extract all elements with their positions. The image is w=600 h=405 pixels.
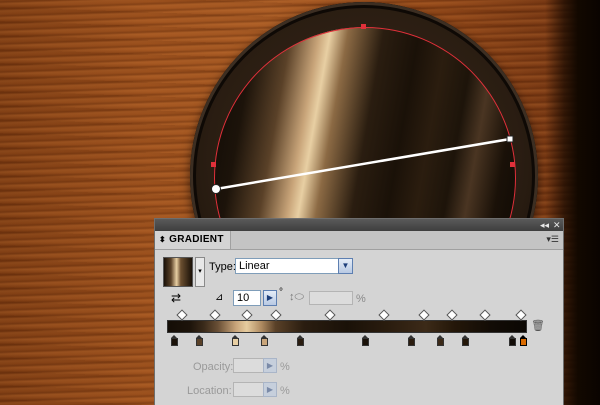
location-dropdown-icon[interactable]: ▶: [263, 382, 277, 397]
color-stop[interactable]: [361, 335, 369, 346]
color-stop[interactable]: [437, 335, 445, 346]
gradient-preview-swatch[interactable]: [163, 257, 193, 287]
color-stop[interactable]: [195, 335, 203, 346]
color-stop[interactable]: [231, 335, 239, 346]
midpoint-diamond[interactable]: [209, 309, 221, 321]
angle-dropdown-icon[interactable]: ▶: [263, 290, 277, 306]
gradient-end-handle: [506, 135, 514, 143]
gradient-annotator-line: [215, 137, 511, 191]
opacity-percent-sign: %: [280, 361, 290, 373]
midpoint-diamond[interactable]: [241, 309, 253, 321]
type-label: Type:: [209, 261, 236, 273]
degree-sign: °: [279, 287, 283, 298]
opacity-dropdown-icon[interactable]: ▶: [263, 358, 277, 373]
close-panel-icon[interactable]: ✕: [553, 219, 561, 231]
panel-tabbar: ⬍ GRADIENT ▾☰: [155, 231, 563, 250]
panel-menu-icon[interactable]: ▾☰: [546, 234, 559, 245]
angle-input[interactable]: 10: [233, 290, 261, 306]
panel-titlebar[interactable]: ◂◂ ✕: [155, 219, 563, 231]
color-stop[interactable]: [260, 335, 268, 346]
tab-gradient-label: GRADIENT: [169, 234, 224, 245]
angle-icon: ⊿: [215, 292, 224, 303]
color-stop[interactable]: [509, 335, 517, 346]
aspect-percent-sign: %: [356, 293, 366, 305]
opacity-label: Opacity:: [193, 361, 234, 373]
midpoint-diamond[interactable]: [446, 309, 459, 321]
color-stop[interactable]: [170, 335, 178, 346]
type-select[interactable]: Linear: [235, 258, 351, 274]
midpoint-diamond[interactable]: [515, 309, 527, 321]
gradient-panel: ◂◂ ✕ ⬍ GRADIENT ▾☰ ▾ Type: Linear ▼ ⇄ ⊿ …: [154, 218, 564, 405]
gradient-slider-bar[interactable]: [167, 320, 527, 333]
color-stop[interactable]: [462, 335, 470, 346]
tab-arrows-icon: ⬍: [159, 235, 167, 244]
midpoint-diamond[interactable]: [176, 309, 189, 321]
midpoint-diamond[interactable]: [270, 309, 282, 321]
midpoint-diamond[interactable]: [324, 309, 336, 321]
location-percent-sign: %: [280, 385, 290, 397]
color-stop[interactable]: [408, 335, 416, 346]
chevron-down-icon[interactable]: ▼: [338, 258, 353, 274]
reverse-gradient-icon[interactable]: ⇄: [171, 291, 187, 305]
midpoint-diamond[interactable]: [417, 309, 430, 321]
gradient-origin-handle: [211, 184, 221, 194]
delete-stop-trash-icon[interactable]: 🗑: [531, 319, 545, 332]
location-label: Location:: [187, 385, 232, 397]
color-stop[interactable]: [519, 335, 527, 346]
tab-gradient[interactable]: ⬍ GRADIENT: [155, 231, 231, 249]
aspect-ratio-icon: ↕⬭: [289, 291, 304, 303]
midpoint-diamond[interactable]: [378, 309, 390, 321]
aspect-ratio-input[interactable]: [309, 291, 353, 305]
color-stop[interactable]: [296, 335, 304, 346]
collapse-panel-icon[interactable]: ◂◂: [540, 219, 549, 231]
swatch-menu-arrow-icon[interactable]: ▾: [195, 257, 205, 287]
midpoint-diamond[interactable]: [479, 309, 491, 321]
